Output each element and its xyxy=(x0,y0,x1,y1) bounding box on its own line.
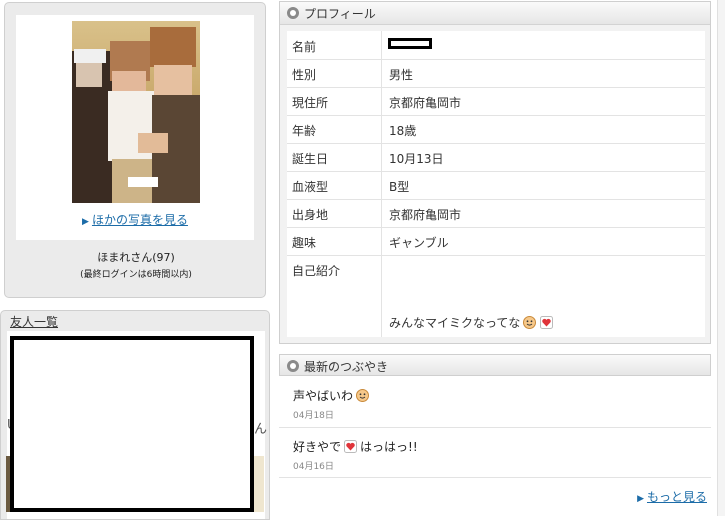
profile-section: プロフィール 名前 性別 男性 現住所 京都府亀岡市 年齢 18歳 誕生日 10… xyxy=(279,1,711,344)
profile-photo-card: ▶ ほかの写真を見る ほまれさん(97) (最終ログインは6時間以内) xyxy=(4,2,266,298)
profile-row-residence: 現住所 京都府亀岡市 xyxy=(287,87,705,116)
friends-list-title[interactable]: 友人一覧 xyxy=(10,313,58,330)
user-name: ほまれさん(97) xyxy=(97,251,175,264)
latest-tweets-section: 最新のつぶやき 声やばいわ 04月18日 好きやで はっはっ!! 04月16日 ▶… xyxy=(279,354,711,516)
smiley-face-icon xyxy=(356,389,370,402)
profile-row-blood-type: 血液型 B型 xyxy=(287,171,705,200)
profile-row-age: 年齢 18歳 xyxy=(287,115,705,144)
profile-row-gender: 性別 男性 xyxy=(287,59,705,88)
more-photos-link[interactable]: ▶ ほかの写真を見る xyxy=(16,211,254,228)
tweet-date: 04月18日 xyxy=(293,411,334,421)
photo-container: ▶ ほかの写真を見る xyxy=(16,15,254,240)
self-intro-text: みんなマイミクなってな xyxy=(389,314,554,331)
more-photos-label[interactable]: ほかの写真を見る xyxy=(92,213,188,227)
profile-title: プロフィール xyxy=(304,7,376,21)
page-scrollbar[interactable] xyxy=(717,0,725,516)
profile-label: 性別 xyxy=(292,68,317,82)
profile-row-hobby: 趣味 ギャンブル xyxy=(287,227,705,256)
profile-value: B型 xyxy=(389,180,410,194)
profile-photo[interactable] xyxy=(72,21,200,203)
tweet-text[interactable]: 声やばいわ xyxy=(293,387,370,404)
heart-icon xyxy=(344,440,358,453)
profile-label: 年齢 xyxy=(292,124,317,138)
profile-row-birthday: 誕生日 10月13日 xyxy=(287,143,705,172)
right-triangle-arrow-icon: ▶ xyxy=(637,494,644,504)
profile-label: 出身地 xyxy=(292,208,329,222)
tweet-text[interactable]: 好きやで はっはっ!! xyxy=(293,438,418,455)
heart-icon xyxy=(540,316,554,329)
tweet-date: 04月16日 xyxy=(293,462,334,472)
profile-label: 自己紹介 xyxy=(292,264,341,278)
profile-label: 誕生日 xyxy=(292,152,329,166)
circle-bullet-icon xyxy=(287,7,299,19)
smiley-face-icon xyxy=(523,316,537,329)
profile-label: 血液型 xyxy=(292,180,329,194)
profile-row-hometown: 出身地 京都府亀岡市 xyxy=(287,199,705,228)
profile-value: 18歳 xyxy=(389,124,417,138)
profile-value: 京都府亀岡市 xyxy=(389,96,462,110)
profile-value: ギャンブル xyxy=(389,236,449,250)
more-tweets-link[interactable]: ▶ もっと見る xyxy=(637,488,707,505)
profile-label: 名前 xyxy=(292,40,317,54)
tweets-header: 最新のつぶやき xyxy=(279,354,711,376)
profile-value: 10月13日 xyxy=(389,152,444,166)
right-triangle-arrow-icon: ▶ xyxy=(82,217,89,227)
profile-value: 男性 xyxy=(389,68,414,82)
friend-name-fragment: ん xyxy=(254,422,268,437)
tweet-text-body: 声やばいわ xyxy=(293,389,354,403)
self-intro-value: みんなマイミクなってな xyxy=(389,316,521,330)
profile-value: 京都府亀岡市 xyxy=(389,208,462,222)
profile-label: 趣味 xyxy=(292,236,317,250)
profile-table: 名前 性別 男性 現住所 京都府亀岡市 年齢 18歳 誕生日 10月13日 血液… xyxy=(287,31,705,337)
circle-bullet-icon xyxy=(287,360,299,372)
tweet-text-body: はっはっ!! xyxy=(360,440,418,454)
last-login-status: (最終ログインは6時間以内) xyxy=(80,270,192,280)
tweets-title: 最新のつぶやき xyxy=(304,360,389,374)
profile-label: 現住所 xyxy=(292,96,329,110)
more-tweets-label[interactable]: もっと見る xyxy=(647,490,707,504)
tweet-text-body: 好きやで xyxy=(293,440,342,454)
redaction-box xyxy=(10,336,254,512)
name-redaction xyxy=(388,38,432,49)
profile-row-name: 名前 xyxy=(287,31,705,60)
profile-header: プロフィール xyxy=(280,2,710,25)
friend-thumbnail[interactable] xyxy=(254,456,264,512)
